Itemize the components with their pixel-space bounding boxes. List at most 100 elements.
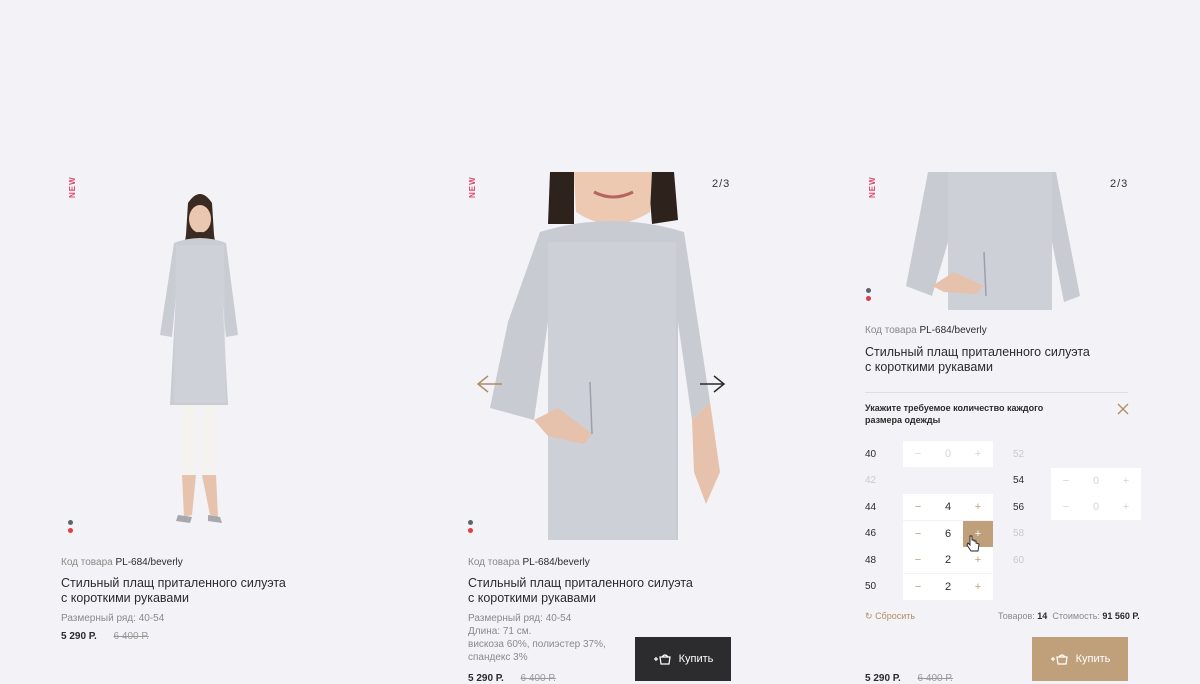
quantity-value[interactable]: 2 <box>933 547 963 573</box>
hint-line-2: размера одежды <box>865 415 941 425</box>
length: Длина: 71 см. <box>468 626 532 637</box>
new-badge: NEW <box>68 176 77 198</box>
quantity-stepper[interactable]: −0 + <box>1051 494 1141 520</box>
product-card-1: NEW Код товара PL-684/beverly Стильный п… <box>0 0 400 684</box>
size-row: 56 −0 + <box>1013 494 1141 520</box>
color-dot-gray[interactable] <box>866 288 871 293</box>
price-block: 5 290 Р. 6 400 Р. <box>468 673 556 684</box>
color-dot-red[interactable] <box>468 528 473 533</box>
buy-label: Купить <box>1075 653 1111 665</box>
quantity-value[interactable]: 0 <box>1081 468 1111 494</box>
cost-value: 91 560 Р. <box>1102 611 1140 621</box>
price: 5 290 Р. <box>865 673 901 684</box>
order-totals: Товаров: 14 Стоимость: 91 560 Р. <box>998 611 1140 621</box>
increment-button[interactable]: + <box>1111 494 1141 520</box>
size-label: 48 <box>865 554 877 566</box>
color-dot-gray[interactable] <box>68 520 73 525</box>
quantity-value[interactable]: 0 <box>933 441 963 467</box>
code-label: Код товара <box>468 557 520 568</box>
product-code: Код товара PL-684/beverly <box>61 557 183 568</box>
new-badge: NEW <box>468 176 477 198</box>
add-to-cart-icon <box>653 654 671 665</box>
color-dot-gray[interactable] <box>468 520 473 525</box>
increment-button[interactable]: + <box>963 494 993 520</box>
price: 5 290 Р. <box>468 673 504 684</box>
increment-button[interactable]: + <box>963 441 993 467</box>
size-row: 50 −2 + <box>865 573 993 600</box>
color-dot-red[interactable] <box>866 296 871 301</box>
product-title[interactable]: Стильный плащ приталенного силуэта с кор… <box>468 576 708 606</box>
old-price: 6 400 Р. <box>520 673 556 684</box>
size-label: 58 <box>1013 528 1025 539</box>
title-line-2: с короткими рукавами <box>468 591 596 605</box>
price: 5 290 Р. <box>61 631 97 642</box>
next-arrow-icon[interactable] <box>698 374 726 394</box>
color-dot-red[interactable] <box>68 528 73 533</box>
prev-arrow-icon[interactable] <box>476 374 504 394</box>
product-card-2: NEW 2/3 Код товара PL-684/beverly Стильн… <box>400 0 800 684</box>
title-line-1: Стильный плащ приталенного силуэта <box>865 345 1090 359</box>
size-label: 46 <box>865 528 877 539</box>
quantity-stepper[interactable]: −2 + <box>903 573 993 600</box>
decrement-button[interactable]: − <box>903 574 933 600</box>
size-label: 50 <box>865 581 877 592</box>
quantity-stepper[interactable]: −0 + <box>903 441 993 467</box>
title-line-1: Стильный плащ приталенного силуэта <box>61 576 286 590</box>
size-range: Размерный ряд: 40-54 <box>61 613 165 624</box>
size-label: 44 <box>865 501 877 513</box>
close-icon[interactable] <box>1116 402 1130 416</box>
reset-button[interactable]: ↻ Сбросить <box>865 611 915 622</box>
pointer-cursor-icon <box>966 535 980 552</box>
title-line-2: с короткими рукавами <box>61 591 189 605</box>
divider <box>865 392 1128 393</box>
increment-button[interactable]: + <box>963 574 993 600</box>
price-block: 5 290 Р. 6 400 Р. <box>61 631 149 642</box>
size-label: 60 <box>1013 554 1025 566</box>
quantity-stepper[interactable]: −0 + <box>1051 467 1141 494</box>
decrement-button[interactable]: − <box>903 521 933 547</box>
color-dots[interactable] <box>68 520 74 536</box>
size-row: 60 <box>1013 547 1051 573</box>
title-line-1: Стильный плащ приталенного силуэта <box>468 576 693 590</box>
cost-label: Стоимость: <box>1052 611 1100 621</box>
buy-label: Купить <box>678 653 714 665</box>
buy-button[interactable]: Купить <box>635 637 731 681</box>
product-title[interactable]: Стильный плащ приталенного силуэта с кор… <box>61 576 301 606</box>
items-label: Товаров: <box>998 611 1035 621</box>
reset-icon: ↻ <box>865 611 873 621</box>
size-row: 58 <box>1013 521 1051 547</box>
quantity-value[interactable]: 6 <box>933 521 963 547</box>
quantity-value[interactable]: 0 <box>1081 494 1111 520</box>
product-image[interactable] <box>488 172 728 540</box>
add-to-cart-icon <box>1050 654 1068 665</box>
quantity-stepper[interactable]: −4 + <box>903 494 993 520</box>
composition-line-1: вискоза 60%, полиэстер 37%, <box>468 639 606 650</box>
hint-line-1: Укажите требуемое количество каждого <box>865 403 1044 413</box>
code-label: Код товара <box>865 325 917 336</box>
size-label: 54 <box>1013 475 1025 486</box>
old-price: 6 400 Р. <box>113 631 149 642</box>
buy-button[interactable]: Купить <box>1032 637 1128 681</box>
decrement-button[interactable]: − <box>1051 494 1081 520</box>
size-label: 56 <box>1013 501 1025 513</box>
product-details: Размерный ряд: 40-54 Длина: 71 см. виско… <box>468 612 606 664</box>
color-dots[interactable] <box>468 520 474 536</box>
size-row: 52 <box>1013 441 1051 467</box>
size-row: 44 −4 + <box>865 494 993 520</box>
size-row: 42 <box>865 468 903 494</box>
quantity-value[interactable]: 2 <box>933 574 963 600</box>
composition-line-2: спандекс 3% <box>468 652 528 663</box>
code-value: PL-684/beverly <box>522 557 590 568</box>
increment-button[interactable]: + <box>1111 468 1141 494</box>
product-image[interactable] <box>140 185 260 525</box>
product-card-3: NEW 2/3 Код товара PL-684/beverly Стильн… <box>800 0 1200 684</box>
product-image[interactable] <box>904 172 1082 310</box>
title-line-2: с короткими рукавами <box>865 360 993 374</box>
product-title[interactable]: Стильный плащ приталенного силуэта с кор… <box>865 345 1105 375</box>
decrement-button[interactable]: − <box>903 494 933 520</box>
decrement-button[interactable]: − <box>1051 468 1081 494</box>
color-dots[interactable] <box>866 288 872 304</box>
quantity-value[interactable]: 4 <box>933 494 963 520</box>
decrement-button[interactable]: − <box>903 547 933 573</box>
decrement-button[interactable]: − <box>903 441 933 467</box>
